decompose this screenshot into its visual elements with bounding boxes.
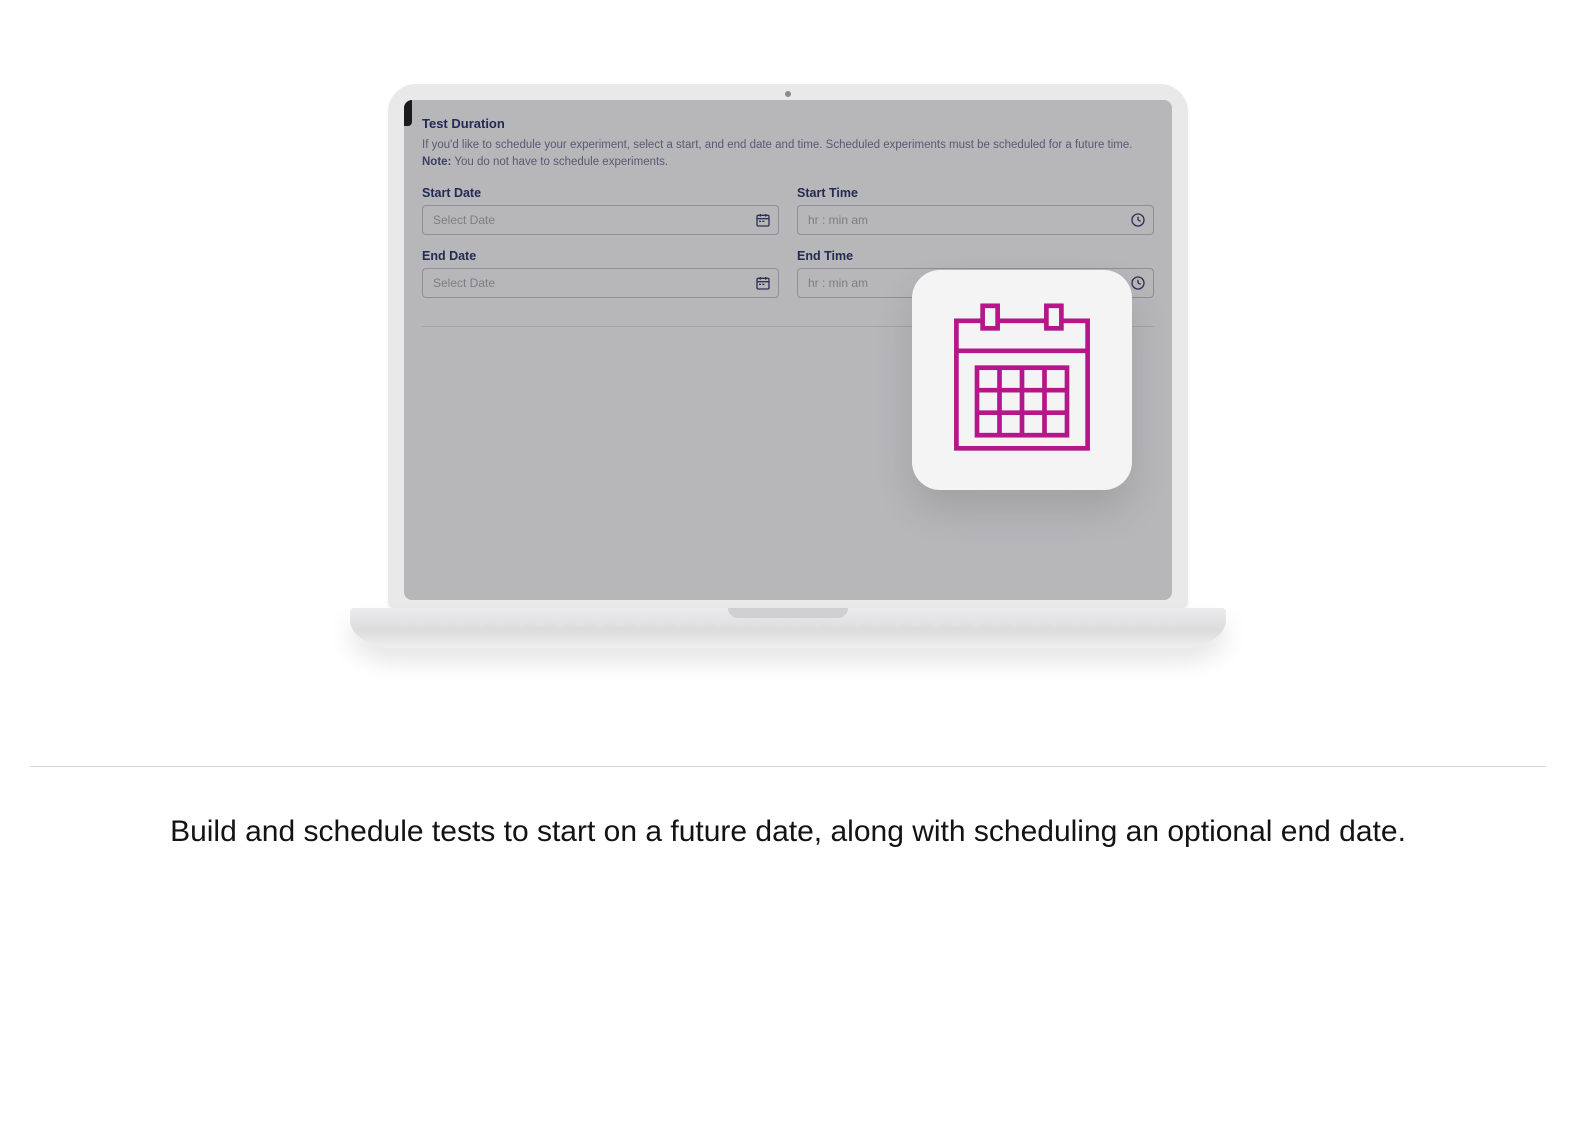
clock-icon[interactable] [1130,275,1146,291]
clock-icon[interactable] [1130,212,1146,228]
feature-caption: Build and schedule tests to start on a f… [168,812,1408,853]
end-time-label: End Time [797,249,1154,263]
end-time-placeholder: hr : min am [808,276,868,290]
panel-note: Note: You do not have to schedule experi… [422,156,1154,168]
start-time-placeholder: hr : min am [808,213,868,227]
calendar-icon[interactable] [755,275,771,291]
screen-notch [404,100,412,126]
feature-calendar-tile [912,270,1132,490]
start-time-input[interactable]: hr : min am [797,205,1154,235]
start-time-field-group: Start Time hr : min am [797,186,1154,235]
keyboard-hint [398,622,1178,626]
start-date-input[interactable]: Select Date [422,205,779,235]
camera-icon [785,91,791,97]
note-label: Note: [422,156,451,168]
end-date-label: End Date [422,249,779,263]
calendar-icon[interactable] [755,212,771,228]
panel-description: If you'd like to schedule your experimen… [422,137,1154,154]
start-date-field-group: Start Date Select Date [422,186,779,235]
calendar-large-icon [947,298,1097,463]
trackpad-notch [728,608,848,618]
note-text: You do not have to schedule experiments. [451,156,668,168]
horizontal-rule [30,766,1546,767]
start-date-label: Start Date [422,186,779,200]
start-time-label: Start Time [797,186,1154,200]
panel-title: Test Duration [422,116,1154,131]
end-date-input[interactable]: Select Date [422,268,779,298]
start-date-placeholder: Select Date [433,213,495,227]
end-date-placeholder: Select Date [433,276,495,290]
end-date-field-group: End Date Select Date [422,249,779,298]
laptop-base [350,608,1226,648]
